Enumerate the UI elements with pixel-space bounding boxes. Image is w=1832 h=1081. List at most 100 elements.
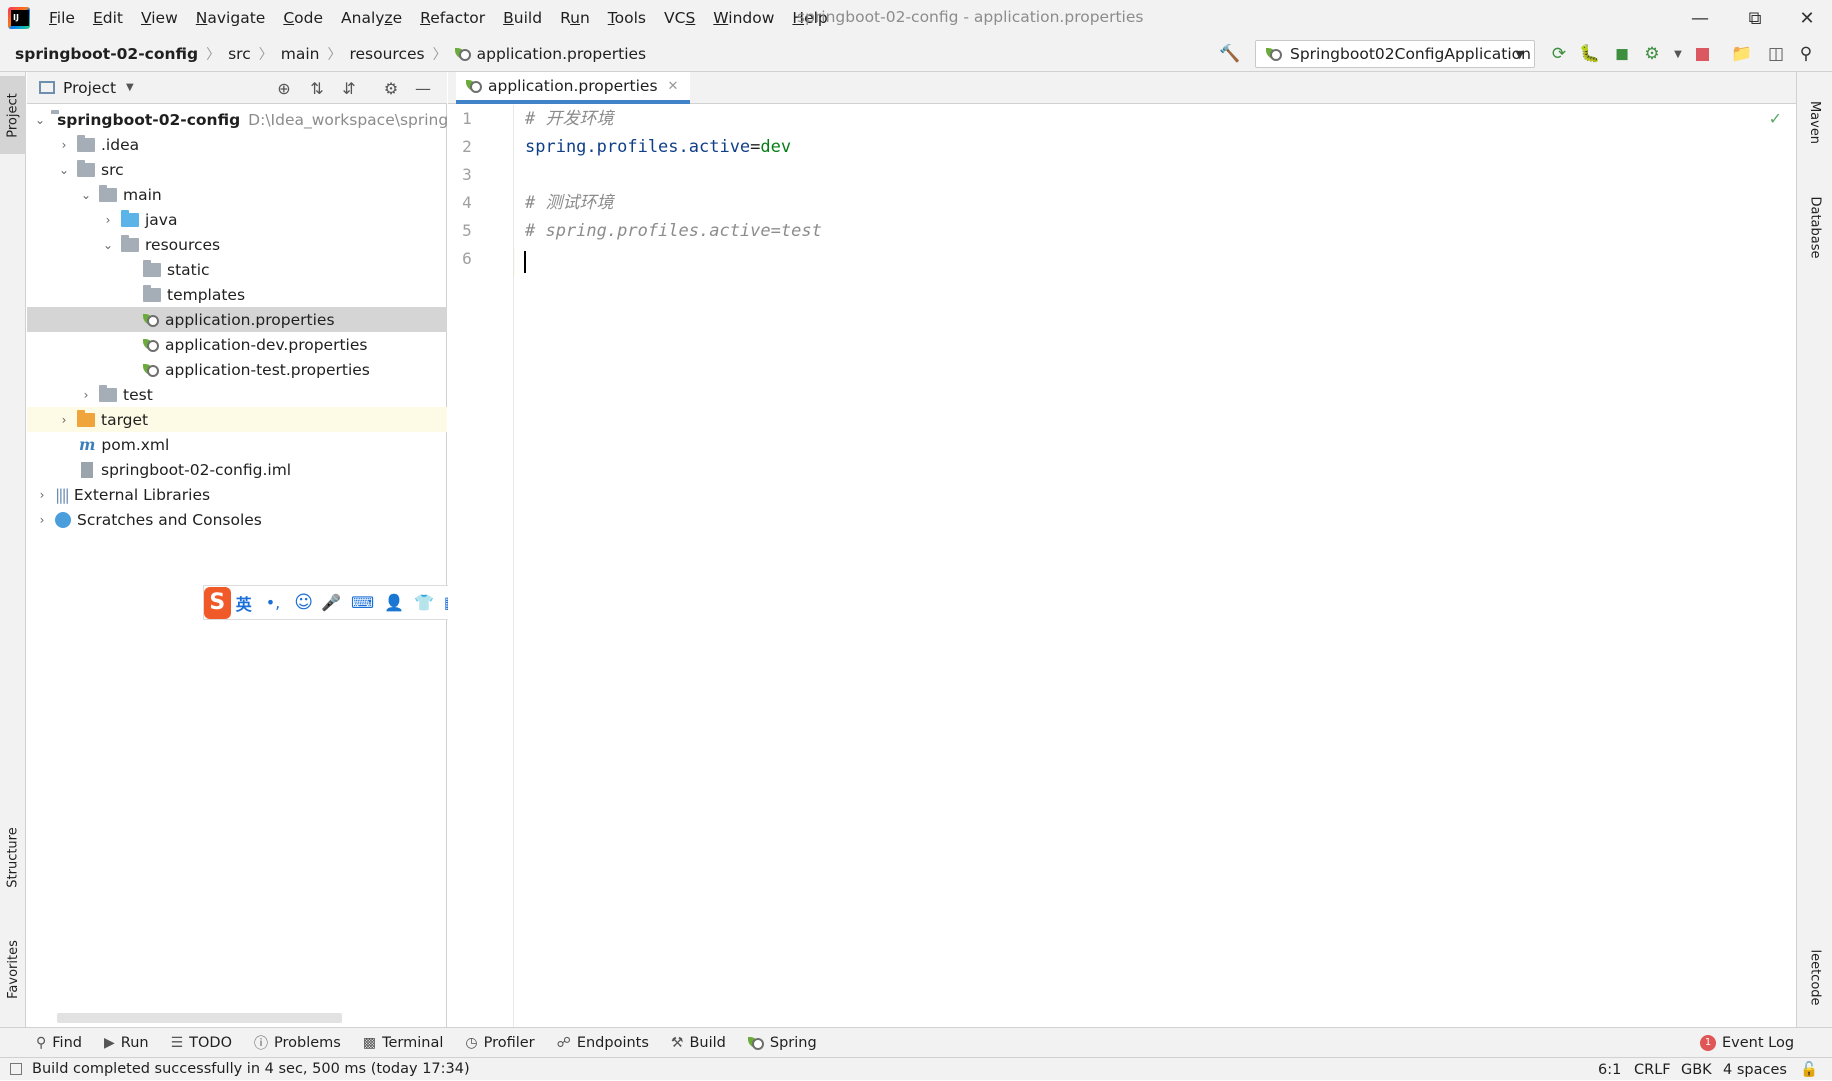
todo-tool-tab[interactable]: ☰ TODO <box>171 1035 232 1051</box>
build-tool-tab[interactable]: ⚒ Build <box>671 1035 726 1051</box>
more-run-chevron-icon[interactable]: ▼ <box>1666 42 1690 66</box>
tree-item-application-test-properties[interactable]: application-test.properties <box>27 357 447 382</box>
chevron-down-icon[interactable]: ⌄ <box>57 163 71 177</box>
chevron-right-icon[interactable]: › <box>79 388 93 402</box>
breadcrumb-src[interactable]: src <box>228 45 251 63</box>
restore-button[interactable]: ⧉ <box>1730 0 1780 36</box>
lock-icon[interactable]: 🔓 <box>1800 1058 1818 1081</box>
menu-analyze[interactable]: Analyze <box>341 9 402 27</box>
horizontal-scrollbar[interactable] <box>57 1013 342 1023</box>
tree-item-application-dev-properties[interactable]: application-dev.properties <box>27 332 447 357</box>
menu-tools[interactable]: Tools <box>608 9 646 27</box>
tree-item-templates[interactable]: templates <box>27 282 447 307</box>
chevron-right-icon[interactable]: › <box>57 413 71 427</box>
database-tool-tab[interactable]: Database <box>1797 172 1832 282</box>
menu-file[interactable]: File <box>49 9 75 27</box>
expand-all-icon[interactable]: ⇅ <box>305 76 329 100</box>
project-view-selector[interactable]: Project <box>63 79 116 97</box>
tree-item-scratches[interactable]: › Scratches and Consoles <box>27 507 447 532</box>
status-square-icon[interactable] <box>10 1063 22 1075</box>
build-hammer-icon[interactable]: 🔨 <box>1218 42 1242 66</box>
structure-tool-tab[interactable]: Structure <box>0 812 26 902</box>
menu-code[interactable]: Code <box>283 9 323 27</box>
punctuation-icon[interactable]: •, <box>266 593 281 612</box>
tree-item-main[interactable]: ⌄ main <box>27 182 447 207</box>
hide-panel-icon[interactable]: — <box>411 76 435 100</box>
tree-item-resources[interactable]: ⌄ resources <box>27 232 447 257</box>
endpoints-tool-tab[interactable]: ☍ Endpoints <box>557 1035 649 1051</box>
menu-navigate[interactable]: Navigate <box>196 9 266 27</box>
chevron-right-icon[interactable]: › <box>35 513 49 527</box>
chevron-down-icon[interactable]: ⌄ <box>79 188 93 202</box>
chevron-down-icon[interactable]: ▼ <box>126 82 134 93</box>
menu-build[interactable]: Build <box>503 9 542 27</box>
caret-position[interactable]: 6:1 <box>1598 1058 1621 1081</box>
ime-mode-label[interactable]: 英 <box>236 591 252 615</box>
debug-icon[interactable]: 🐛 <box>1578 42 1602 66</box>
close-window-button[interactable]: ✕ <box>1782 0 1832 36</box>
run-config-select[interactable]: Springboot02ConfigApplication ▼ <box>1255 40 1535 68</box>
close-icon[interactable]: ✕ <box>668 79 679 94</box>
user-icon[interactable]: 👤 <box>384 593 404 612</box>
tree-item-static[interactable]: static <box>27 257 447 282</box>
tree-item-pom[interactable]: m pom.xml <box>27 432 447 457</box>
profile-icon[interactable]: ⚙ <box>1640 42 1664 66</box>
breadcrumb-file[interactable]: application.properties <box>477 45 647 63</box>
event-log-tool-tab[interactable]: 1 Event Log <box>1700 1034 1794 1051</box>
chevron-right-icon[interactable]: › <box>101 213 115 227</box>
stop-icon[interactable] <box>1690 42 1714 66</box>
code-editor[interactable]: # 开发环境 spring.profiles.active=dev # 测试环境… <box>515 105 1796 1027</box>
tree-item-iml[interactable]: springboot-02-config.iml <box>27 457 447 482</box>
menu-view[interactable]: View <box>141 9 178 27</box>
menu-window[interactable]: Window <box>713 9 774 27</box>
indent-setting[interactable]: 4 spaces <box>1723 1058 1787 1081</box>
emoji-icon[interactable]: ☺ <box>294 592 313 613</box>
tree-item-application-properties[interactable]: application.properties <box>27 307 447 332</box>
menu-refactor[interactable]: Refactor <box>420 9 485 27</box>
favorites-tool-tab[interactable]: Favorites <box>0 924 26 1014</box>
rerun-icon[interactable]: ⟳ <box>1547 42 1571 66</box>
no-problems-check-icon[interactable]: ✓ <box>1769 109 1782 128</box>
find-tool-tab[interactable]: ⚲ Find <box>36 1035 82 1051</box>
project-structure-icon[interactable]: 📁 <box>1730 42 1754 66</box>
skin-shirt-icon[interactable]: 👕 <box>414 593 434 612</box>
profiler-tool-tab[interactable]: ◷ Profiler <box>465 1035 534 1051</box>
menu-vcs[interactable]: VCS <box>664 9 695 27</box>
tree-item-external-libraries[interactable]: › |||| External Libraries <box>27 482 447 507</box>
menu-edit[interactable]: Edit <box>93 9 123 27</box>
problems-tool-tab[interactable]: ⓘ Problems <box>254 1033 341 1053</box>
tree-item-idea[interactable]: › .idea <box>27 132 447 157</box>
file-encoding[interactable]: GBK <box>1681 1058 1712 1081</box>
gear-icon[interactable]: ⚙ <box>379 76 403 100</box>
microphone-icon[interactable]: 🎤 <box>321 593 341 612</box>
status-message[interactable]: Build completed successfully in 4 sec, 5… <box>32 1061 470 1077</box>
minimize-button[interactable]: — <box>1675 0 1725 36</box>
search-icon[interactable]: ⚲ <box>1794 42 1818 66</box>
run-tool-tab[interactable]: ▶ Run <box>104 1035 149 1051</box>
breadcrumb-main[interactable]: main <box>281 45 320 63</box>
chevron-right-icon[interactable]: › <box>57 138 71 152</box>
presentation-icon[interactable]: ◫ <box>1764 42 1788 66</box>
maven-tool-tab[interactable]: Maven <box>1797 82 1832 162</box>
tree-item-test[interactable]: › test <box>27 382 447 407</box>
chevron-down-icon[interactable]: ⌄ <box>35 113 45 127</box>
locate-icon[interactable]: ⊕ <box>272 76 296 100</box>
tree-item-src[interactable]: ⌄ src <box>27 157 447 182</box>
collapse-all-icon[interactable]: ⇵ <box>337 76 361 100</box>
keyboard-icon[interactable]: ⌨ <box>351 593 374 612</box>
chevron-down-icon[interactable]: ⌄ <box>101 238 115 252</box>
tree-item-target[interactable]: › target <box>27 407 447 432</box>
coverage-icon[interactable]: ◼ <box>1610 42 1634 66</box>
menu-run[interactable]: Run <box>560 9 590 27</box>
chevron-right-icon[interactable]: › <box>35 488 49 502</box>
project-tool-tab[interactable]: Project <box>0 76 26 154</box>
tree-item-java[interactable]: › java <box>27 207 447 232</box>
terminal-tool-tab[interactable]: ▩ Terminal <box>363 1035 444 1051</box>
spring-tool-tab[interactable]: Spring <box>747 1035 817 1051</box>
breadcrumb-project[interactable]: springboot-02-config <box>15 45 198 63</box>
tab-application-properties[interactable]: application.properties ✕ <box>456 72 691 104</box>
leetcode-tool-tab[interactable]: leetcode <box>1797 932 1832 1022</box>
breadcrumb-resources[interactable]: resources <box>349 45 424 63</box>
line-separator[interactable]: CRLF <box>1634 1058 1671 1081</box>
tree-item-root[interactable]: ⌄ springboot-02-config D:\Idea_workspace… <box>27 107 489 132</box>
